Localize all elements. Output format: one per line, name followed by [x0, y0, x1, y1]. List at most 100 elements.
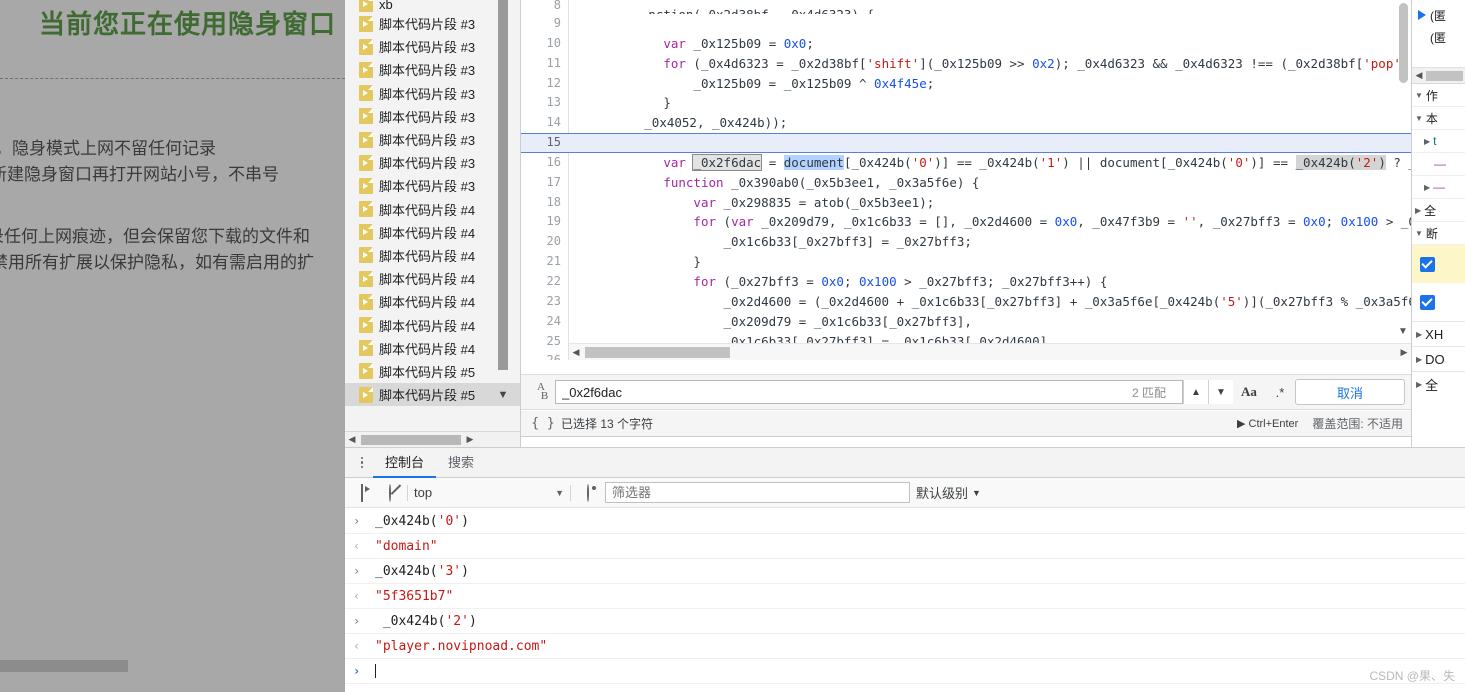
find-previous-button[interactable]: ▲ — [1183, 380, 1208, 404]
code-line[interactable]: 18 for (var _0x209d79, _0x1c6b33 = [], _… — [521, 193, 1411, 230]
code-line[interactable]: 12 } — [521, 74, 1411, 111]
navigator-scroll-thumb[interactable] — [361, 434, 461, 445]
code-line[interactable]: 20 } — [521, 232, 1411, 269]
regex-toggle[interactable]: .* — [1265, 385, 1295, 400]
chevron-down-icon[interactable]: ▼ — [496, 388, 510, 402]
log-level-select[interactable]: 默认级别 ▼ — [916, 483, 981, 502]
xhr-breakpoints-header[interactable]: ▶ XH — [1412, 321, 1465, 346]
breakpoint-row[interactable] — [1412, 245, 1465, 283]
script-file-icon — [359, 0, 373, 12]
scope-variable-row[interactable]: — — [1412, 153, 1465, 176]
tab-console[interactable]: 控制台 — [373, 448, 436, 478]
list-item-label: 脚本代码片段 #3 — [379, 133, 476, 149]
page-horizontal-scrollbar[interactable] — [0, 656, 345, 674]
list-item[interactable]: 脚本代码片段 #3 — [345, 105, 520, 128]
chevron-left-icon[interactable]: ◀ — [345, 434, 359, 445]
script-file-icon — [359, 177, 373, 194]
list-item[interactable]: 脚本代码片段 #4 — [345, 267, 520, 290]
chevron-right-icon[interactable]: ▶ — [463, 434, 477, 445]
list-item[interactable]: 脚本代码片段 #4 — [345, 337, 520, 360]
breakpoint-row[interactable] — [1412, 283, 1465, 321]
list-item[interactable]: 脚本代码片段 #4 — [345, 290, 520, 313]
console-filter-input[interactable] — [612, 485, 903, 500]
code-line[interactable]: 11 _0x125b09 = _0x125b09 ^ 0x4f45e; — [521, 54, 1411, 91]
tab-search[interactable]: 搜索 — [436, 448, 486, 478]
navigator-vertical-scrollbar[interactable] — [498, 0, 508, 370]
code-line[interactable]: 24 _0x1c6b33[_0x27bff3] = _0x1c6b33[_0x2… — [521, 312, 1411, 349]
list-item[interactable]: 脚本代码片段 #3 — [345, 12, 520, 35]
code-line[interactable]: 10 for (_0x4d6323 = _0x2d38bf['shift'](_… — [521, 34, 1411, 71]
code-line[interactable]: 19 _0x1c6b33[_0x27bff3] = _0x27bff3; — [521, 212, 1411, 249]
console-filter-input-wrapper[interactable] — [605, 482, 910, 503]
navigator-horizontal-scrollbar[interactable]: ◀ ▶ — [345, 431, 520, 447]
find-input[interactable] — [562, 384, 1126, 400]
code-line-highlighted[interactable]: 15 var _0x2f6dac = document[_0x424b('0')… — [521, 133, 1411, 171]
clear-console-icon[interactable] — [379, 483, 401, 502]
global-scope-header[interactable]: ▶ 全 — [1412, 199, 1465, 222]
code-line[interactable]: 13 _0x4052, _0x424b)); — [521, 93, 1411, 130]
breakpoints-header[interactable]: ▼ 断 — [1412, 222, 1465, 245]
match-case-toggle[interactable]: Aa — [1233, 384, 1265, 400]
find-next-button[interactable]: ▼ — [1208, 380, 1233, 404]
execution-context-select[interactable]: top ▼ — [414, 485, 564, 500]
more-options-icon[interactable] — [351, 456, 373, 469]
console-input-row[interactable]: › _0x424b('2') — [345, 609, 1465, 634]
scope-variable-label: — — [1433, 180, 1446, 194]
editor-scroll-thumb[interactable] — [585, 346, 730, 358]
page-scroll-thumb[interactable] — [0, 660, 128, 672]
call-stack-row[interactable]: (匿 — [1416, 26, 1465, 48]
list-item[interactable]: 脚本代码片段 #4 — [345, 221, 520, 244]
editor-vertical-scrollbar[interactable] — [1399, 3, 1408, 83]
global-listeners-header[interactable]: ▶ 全 — [1412, 371, 1465, 396]
breakpoint-checkbox[interactable] — [1420, 256, 1435, 272]
code-line[interactable]: 14nction() { — [521, 113, 1411, 150]
code-editor[interactable]: 8 nction(_0x2d38bf, _0x4d6323) { 9 var _0… — [521, 0, 1411, 360]
cancel-button[interactable]: 取消 — [1295, 379, 1405, 405]
chevron-down-icon: ▼ — [972, 487, 981, 498]
line-number: 21 — [546, 254, 561, 269]
console-input-row[interactable]: › _0x424b('0') — [345, 509, 1465, 534]
sidebar-horizontal-scrollbar[interactable]: ◀ — [1412, 68, 1465, 84]
code-line[interactable]: 23 _0x209d79 = _0x1c6b33[_0x27bff3], — [521, 292, 1411, 329]
script-file-icon — [359, 38, 373, 55]
sidebar-scroll-thumb[interactable] — [1426, 70, 1463, 81]
call-stack-row[interactable]: (匿 — [1416, 4, 1465, 26]
list-item[interactable]: 脚本代码片段 #5 — [345, 360, 520, 383]
code-line[interactable]: 9 var _0x125b09 = 0x0; — [521, 14, 1411, 51]
code-line[interactable]: 22 _0x2d4600 = (_0x2d4600 + _0x1c6b33[_0… — [521, 272, 1411, 309]
list-item[interactable]: xb — [345, 0, 520, 12]
list-item[interactable]: 脚本代码片段 #3 — [345, 58, 520, 81]
scope-variable-row[interactable]: ▶ t — [1412, 130, 1465, 153]
devtools-panel: xb 脚本代码片段 #3 脚本代码片段 #3 脚本代码片段 #3 脚本代码片段 … — [345, 0, 1465, 692]
code-line[interactable]: 17 var _0x298835 = atob(_0x5b3ee1); — [521, 173, 1411, 210]
console-prompt-row[interactable]: › — [345, 659, 1465, 684]
editor-horizontal-scrollbar[interactable]: ◀ ▶ — [569, 343, 1411, 360]
list-item[interactable]: 脚本代码片段 #4 — [345, 244, 520, 267]
chevron-left-icon[interactable]: ◀ — [1412, 70, 1426, 81]
list-item[interactable]: 脚本代码片段 #5 — [345, 383, 520, 407]
code-line[interactable]: 16 function _0x390ab0(_0x5b3ee1, _0x3a5f… — [521, 153, 1411, 190]
list-item[interactable]: 脚本代码片段 #3 — [345, 35, 520, 58]
list-item[interactable]: 脚本代码片段 #4 — [345, 198, 520, 221]
code-line[interactable]: 21 for (_0x27bff3 = 0x0; 0x100 > _0x27bf… — [521, 252, 1411, 289]
chevron-left-icon[interactable]: ◀ — [569, 347, 583, 358]
dom-breakpoints-header[interactable]: ▶ DO — [1412, 346, 1465, 371]
list-item[interactable]: 脚本代码片段 #4 — [345, 313, 520, 336]
scope-variable-row[interactable]: ▶ — — [1412, 176, 1465, 199]
code-line[interactable]: 8 nction(_0x2d38bf, _0x4d6323) { — [521, 0, 1411, 14]
script-file-icon — [359, 201, 373, 218]
console-input-row[interactable]: › _0x424b('3') — [345, 559, 1465, 584]
find-input-wrapper[interactable]: 2 匹配 — [555, 380, 1183, 404]
list-item[interactable]: 脚本代码片段 #3 — [345, 151, 520, 174]
list-item[interactable]: 脚本代码片段 #3 — [345, 174, 520, 197]
breakpoint-checkbox[interactable] — [1420, 294, 1435, 310]
local-scope-header[interactable]: ▼ 本 — [1412, 107, 1465, 130]
scope-section-header[interactable]: ▼ 作 — [1412, 84, 1465, 107]
chevron-right-icon[interactable]: ▶ — [1397, 347, 1411, 358]
chevron-down-icon[interactable]: ▼ — [1397, 326, 1409, 338]
live-expression-eye-icon[interactable] — [577, 483, 599, 502]
console-sidebar-toggle-icon[interactable] — [351, 483, 373, 502]
list-item[interactable]: 脚本代码片段 #3 — [345, 82, 520, 105]
pretty-print-icon[interactable]: { } — [529, 416, 557, 431]
list-item[interactable]: 脚本代码片段 #3 — [345, 128, 520, 151]
